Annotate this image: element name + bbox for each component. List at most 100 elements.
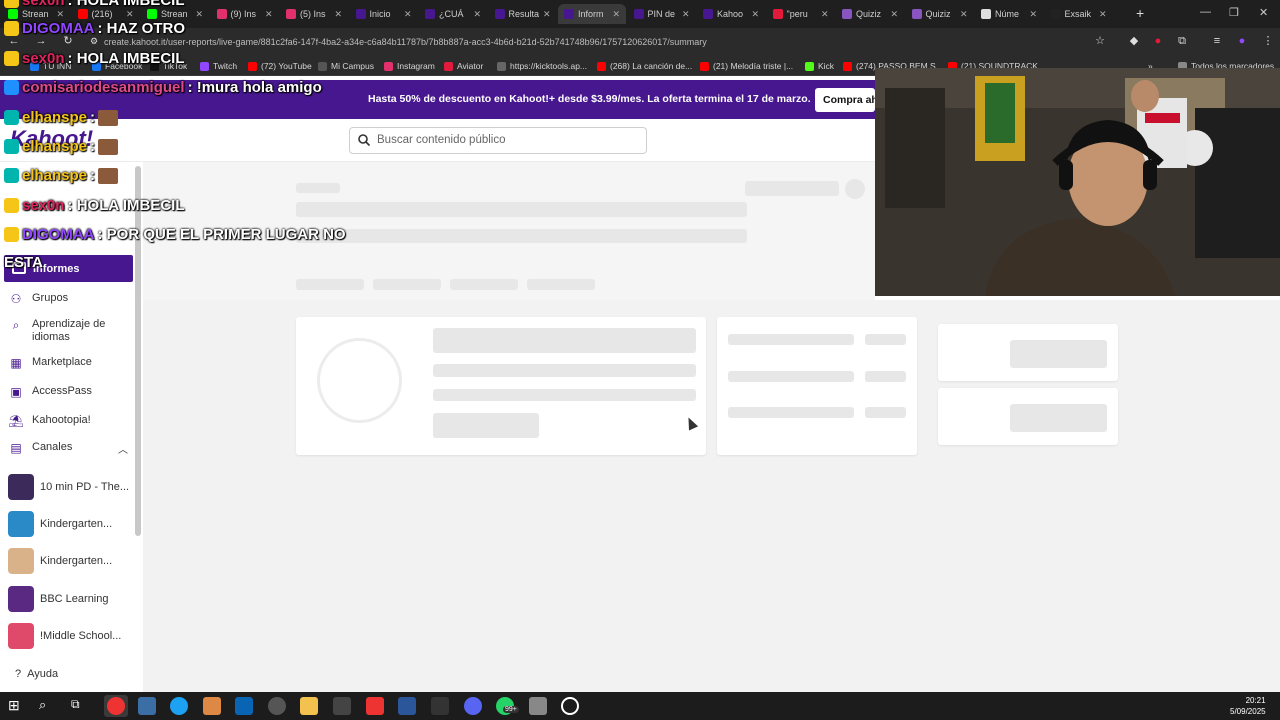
bookmark-item[interactable]: (72) YouTube [248, 61, 312, 71]
tab-label: Inicio [369, 9, 391, 19]
chat-username: sex0n [22, 0, 65, 9]
help-link[interactable]: ? Ayuda [15, 668, 58, 680]
copilot-icon[interactable] [203, 697, 221, 715]
chat-text: : HAZ OTRO [97, 20, 186, 37]
discord-icon[interactable] [464, 697, 482, 715]
sidebar-item-label: Aprendizaje de idiomas [32, 318, 106, 343]
obs-icon[interactable] [268, 697, 286, 715]
browser-tab[interactable]: Kahoo ✕ [697, 4, 765, 24]
accesspass-icon: ▣ [10, 385, 22, 399]
bookmark-item[interactable]: Mi Campus [318, 61, 374, 71]
store-icon[interactable] [138, 697, 156, 715]
sidebar-item-canales[interactable]: ▤ Canales [8, 441, 133, 455]
tab-close-icon[interactable]: ✕ [334, 9, 342, 20]
sidebar-scrollbar[interactable] [135, 166, 141, 536]
skeleton-line [728, 334, 854, 345]
tab-close-icon[interactable]: ✕ [960, 9, 968, 20]
app-icon[interactable] [333, 697, 351, 715]
tab-close-icon[interactable]: ✕ [612, 9, 620, 20]
tab-favicon-icon [842, 9, 852, 19]
extension-icon[interactable]: ● [1152, 35, 1164, 47]
app-icon[interactable] [431, 697, 449, 715]
bookmark-item[interactable]: Twitch [200, 61, 237, 71]
tab-label: ¿CUÁ [439, 9, 464, 19]
chrome-icon[interactable] [107, 697, 125, 715]
browser-tab[interactable]: "peru ✕ [767, 4, 835, 24]
bookmark-label: Mi Campus [331, 61, 374, 71]
new-tab-button[interactable]: + [1136, 5, 1144, 21]
bookmark-item[interactable]: (21) Melodía triste |... [700, 61, 793, 71]
channel-item[interactable]: BBC Learning [8, 586, 109, 612]
bookmark-item[interactable]: Kick [805, 61, 834, 71]
tab-close-icon[interactable]: ✕ [682, 9, 690, 20]
tab-close-icon[interactable]: ✕ [473, 9, 481, 20]
browser-tab[interactable]: ¿CUÁ ✕ [419, 4, 487, 24]
browser-tab[interactable]: (9) Ins ✕ [211, 4, 279, 24]
tab-close-icon[interactable]: ✕ [1099, 9, 1107, 20]
skeleton-tab [373, 279, 441, 290]
app-icon[interactable] [529, 697, 547, 715]
reading-list-icon[interactable]: ≡ [1211, 35, 1223, 47]
tab-close-icon[interactable]: ✕ [1029, 9, 1037, 20]
profile-icon[interactable]: ● [1236, 35, 1248, 47]
word-icon[interactable] [398, 697, 416, 715]
extensions-puzzle-icon[interactable]: ⧉ [1176, 35, 1188, 47]
chevron-up-icon[interactable]: ︿ [118, 441, 128, 456]
webcam-scene [875, 68, 1280, 296]
channel-item[interactable]: Kindergarten... [8, 511, 112, 537]
tab-close-icon[interactable]: ✕ [195, 9, 203, 20]
tab-close-icon[interactable]: ✕ [404, 9, 412, 20]
close-window-icon[interactable]: ✕ [1259, 6, 1268, 19]
sidebar-item-idiomas[interactable]: ⌕ Aprendizaje de idiomas [8, 318, 133, 344]
tab-close-icon[interactable]: ✕ [126, 9, 134, 20]
restore-icon[interactable]: ❐ [1229, 6, 1239, 19]
sidebar-item-accesspass[interactable]: ▣ AccessPass [8, 385, 133, 399]
system-clock[interactable]: 20:21 5/09/2025 [1230, 695, 1266, 717]
task-view-icon[interactable]: ⧉ [71, 697, 89, 715]
bookmark-item[interactable]: Instagram [384, 61, 435, 71]
extension-icon[interactable]: ◆ [1128, 35, 1140, 47]
edge-icon[interactable] [170, 697, 188, 715]
file-explorer-icon[interactable] [300, 697, 318, 715]
tab-close-icon[interactable]: ✕ [265, 9, 273, 20]
tab-close-icon[interactable]: ✕ [821, 9, 829, 20]
channel-item[interactable]: 10 min PD - The... [8, 474, 129, 500]
tab-favicon-icon [147, 9, 157, 19]
skeleton-tab [527, 279, 595, 290]
tab-close-icon[interactable]: ✕ [890, 9, 898, 20]
channel-item[interactable]: !Middle School... [8, 623, 121, 649]
bookmark-item[interactable]: Aviator [444, 61, 483, 71]
app-icon[interactable] [561, 697, 579, 715]
tab-label: Resulta [508, 9, 539, 19]
browser-tab[interactable]: Inicio ✕ [350, 4, 418, 24]
browser-tab[interactable]: PIN de ✕ [628, 4, 696, 24]
search-icon [358, 134, 371, 147]
skeleton-donut [317, 338, 402, 423]
browser-tab[interactable]: Resulta ✕ [489, 4, 557, 24]
bookmark-item[interactable]: https://kicktools.ap... [497, 61, 587, 71]
browser-tab[interactable]: (5) Ins ✕ [280, 4, 348, 24]
star-bookmark-icon[interactable]: ☆ [1094, 35, 1106, 47]
sidebar-item-grupos[interactable]: ⚇ Grupos [8, 292, 133, 306]
browser-tab[interactable]: Exsaik ✕ [1045, 4, 1113, 24]
url-text[interactable]: create.kahoot.it/user-reports/live-game/… [104, 37, 707, 47]
promo-buy-button[interactable]: Compra ah [815, 88, 875, 112]
search-icon[interactable]: ⌕ [39, 697, 57, 715]
tab-close-icon[interactable]: ✕ [751, 9, 759, 20]
browser-tab[interactable]: Núme ✕ [975, 4, 1043, 24]
menu-icon[interactable]: ⋮ [1262, 35, 1274, 47]
bookmark-item[interactable]: (268) La canción de... [597, 61, 692, 71]
start-icon[interactable]: ⊞ [8, 697, 26, 715]
outlook-icon[interactable] [235, 697, 253, 715]
browser-tab[interactable]: Quiziz ✕ [906, 4, 974, 24]
browser-tab[interactable]: Quiziz ✕ [836, 4, 904, 24]
app-icon[interactable] [366, 697, 384, 715]
tab-close-icon[interactable]: ✕ [543, 9, 551, 20]
sidebar-item-kahootopia[interactable]: ⛱ Kahootopia! [8, 414, 133, 428]
skeleton-title [296, 202, 747, 217]
sidebar-item-marketplace[interactable]: ▦ Marketplace [8, 356, 133, 370]
tab-close-icon[interactable]: ✕ [56, 9, 64, 20]
minimize-icon[interactable]: — [1200, 6, 1211, 18]
channel-item[interactable]: Kindergarten... [8, 548, 112, 574]
browser-tab[interactable]: Inform ✕ [558, 4, 626, 24]
